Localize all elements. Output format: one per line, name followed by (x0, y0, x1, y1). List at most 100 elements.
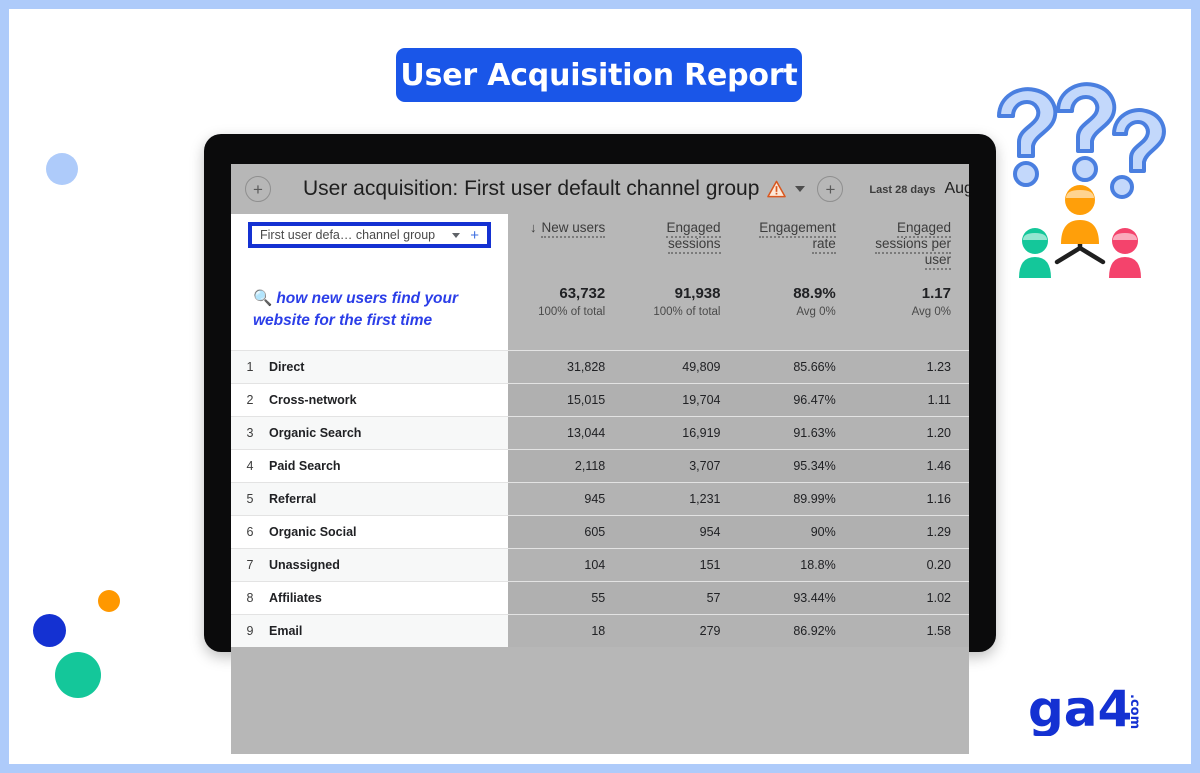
row-dimension-cell: 1 Direct (231, 351, 508, 383)
row-metric-new-users: 945 (508, 483, 624, 515)
table-row[interactable]: 6 Organic Social 605 954 90% 1.29 (231, 515, 969, 548)
row-dimension-cell: 2 Cross-network (231, 384, 508, 416)
row-metric-new-users: 104 (508, 549, 624, 581)
table-bottom-spacer (231, 647, 969, 661)
row-dimension-cell: 6 Organic Social (231, 516, 508, 548)
table-row[interactable]: 5 Referral 945 1,231 89.99% 1.16 (231, 482, 969, 515)
row-dimension-cell: 3 Organic Search (231, 417, 508, 449)
row-metric-sessions-per-user: 1.11 (853, 384, 969, 416)
person-icon-pink (1109, 228, 1141, 278)
date-range-selector[interactable]: Last 28 days Aug 6 - Sep 2, 2 (869, 180, 969, 198)
table-row[interactable]: 8 Affiliates 55 57 93.44% 1.02 (231, 581, 969, 614)
row-metric-engaged-sessions: 954 (623, 516, 739, 548)
total-subtext: Avg 0% (911, 306, 951, 318)
row-rank: 2 (246, 393, 254, 407)
column-header-new-users[interactable]: ↓ New users (508, 214, 623, 284)
row-metric-sessions-per-user: 1.46 (853, 450, 969, 482)
dimension-picker-add-icon[interactable]: + (470, 228, 479, 243)
row-metric-sessions-per-user: 1.20 (853, 417, 969, 449)
total-subtext: 100% of total (653, 306, 721, 318)
page-title: User Acquisition Report (400, 57, 798, 93)
ga4-logo-suffix: .com (1127, 694, 1142, 729)
row-metric-sessions-per-user: 1.02 (853, 582, 969, 614)
magnifier-icon: 🔍 (253, 290, 273, 307)
row-metric-engaged-sessions: 3,707 (623, 450, 739, 482)
row-channel-name[interactable]: Email (269, 624, 302, 638)
row-channel-name[interactable]: Direct (269, 360, 304, 374)
row-metric-new-users: 18 (508, 615, 624, 647)
row-metric-engagement-rate: 89.99% (738, 483, 854, 515)
row-rank: 5 (246, 492, 254, 506)
row-channel-name[interactable]: Paid Search (269, 459, 341, 473)
total-cell-engaged-sessions: 91,938 100% of total (623, 284, 738, 350)
row-channel-name[interactable]: Organic Search (269, 426, 361, 440)
column-header-label: Engagement rate (759, 220, 836, 254)
row-metric-engaged-sessions: 49,809 (623, 351, 739, 383)
report-title-add-button[interactable]: + (817, 176, 844, 202)
row-metric-new-users: 605 (508, 516, 624, 548)
row-metric-sessions-per-user: 0.20 (853, 549, 969, 581)
report-title-chevron-down-icon[interactable] (795, 186, 806, 192)
row-channel-name[interactable]: Unassigned (269, 558, 340, 572)
question-mark-icon (1056, 82, 1117, 182)
table-row[interactable]: 1 Direct 31,828 49,809 85.66% 1.23 (231, 350, 969, 383)
row-metric-engaged-sessions: 19,704 (623, 384, 739, 416)
dimension-picker-value: First user defa… channel group (260, 228, 436, 242)
total-value: 63,732 (559, 285, 606, 302)
column-header-label: New users (541, 220, 606, 238)
report-toolbar: + User acquisition: First user default c… (231, 164, 969, 214)
page-title-banner: User Acquisition Report (396, 48, 802, 102)
row-channel-name[interactable]: Organic Social (269, 525, 357, 539)
person-icon-orange (1061, 185, 1099, 244)
tablet-screen: + User acquisition: First user default c… (231, 164, 969, 754)
total-cell-engagement-rate: 88.9% Avg 0% (739, 284, 854, 350)
total-value: 1.17 (921, 285, 951, 302)
date-range-value: Aug 6 - Sep 2, 2 (944, 180, 969, 197)
question-marks-people-illustration (985, 78, 1180, 278)
table-row[interactable]: 4 Paid Search 2,118 3,707 95.34% 1.46 (231, 449, 969, 482)
table-row[interactable]: 9 Email 18 279 86.92% 1.58 (231, 614, 969, 647)
row-metric-engaged-sessions: 279 (623, 615, 739, 647)
row-rank: 6 (246, 525, 254, 539)
table-body: 1 Direct 31,828 49,809 85.66% 1.23 2 Cross-netw… (231, 350, 969, 647)
column-header-engaged-sessions-per-user[interactable]: Engaged sessions per user (854, 214, 969, 284)
row-metric-new-users: 2,118 (508, 450, 624, 482)
report-title: User acquisition: First user default cha… (303, 177, 760, 200)
table-row[interactable]: 7 Unassigned 104 151 18.8% 0.20 (231, 548, 969, 581)
add-comparison-button[interactable]: + (245, 176, 271, 202)
table-row[interactable]: 2 Cross-network 15,015 19,704 96.47% 1.11 (231, 383, 969, 416)
date-range-label: Last 28 days (869, 184, 936, 196)
decorative-dot-orange (98, 590, 120, 612)
column-header-label: Engaged sessions per user (875, 220, 951, 270)
table-row[interactable]: 3 Organic Search 13,044 16,919 91.63% 1.20 (231, 416, 969, 449)
row-dimension-cell: 4 Paid Search (231, 450, 508, 482)
question-mark-icon (1110, 108, 1166, 199)
row-metric-sessions-per-user: 1.16 (853, 483, 969, 515)
decorative-dot-teal (55, 652, 101, 698)
row-metric-engaged-sessions: 151 (623, 549, 739, 581)
warning-triangle-icon[interactable] (767, 180, 787, 198)
row-metric-engaged-sessions: 16,919 (623, 417, 739, 449)
column-header-engaged-sessions[interactable]: Engaged sessions (623, 214, 738, 284)
dimension-picker-chevron-down-icon[interactable] (452, 232, 461, 238)
total-value: 88.9% (793, 285, 836, 302)
row-metric-engagement-rate: 96.47% (738, 384, 854, 416)
row-channel-name[interactable]: Cross-network (269, 393, 357, 407)
row-channel-name[interactable]: Affiliates (269, 591, 322, 605)
row-dimension-cell: 7 Unassigned (231, 549, 508, 581)
column-header-label: Engaged sessions (666, 220, 721, 254)
row-dimension-cell: 9 Email (231, 615, 508, 647)
decorative-dot-blue (33, 614, 66, 647)
row-metric-sessions-per-user: 1.29 (853, 516, 969, 548)
row-dimension-cell: 8 Affiliates (231, 582, 508, 614)
column-header-engagement-rate[interactable]: Engagement rate (739, 214, 854, 284)
sort-descending-icon[interactable]: ↓ (530, 220, 537, 235)
row-metric-engaged-sessions: 57 (623, 582, 739, 614)
dimension-picker[interactable]: First user defa… channel group + (248, 222, 491, 248)
annotation-line-2: website for the first time (253, 312, 433, 329)
total-subtext: 100% of total (538, 306, 606, 318)
row-metric-engagement-rate: 91.63% (738, 417, 854, 449)
row-channel-name[interactable]: Referral (269, 492, 316, 506)
annotation-cell: 🔍 how new users find your website for the… (231, 284, 508, 350)
row-metric-new-users: 55 (508, 582, 624, 614)
